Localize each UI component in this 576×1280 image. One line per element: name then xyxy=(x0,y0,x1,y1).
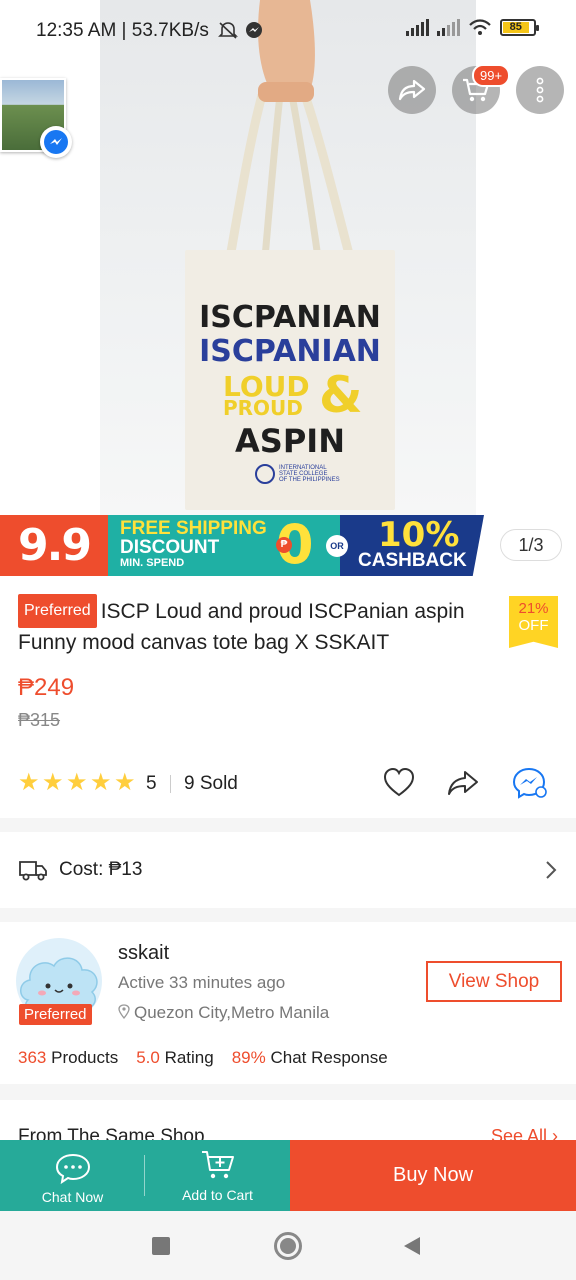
cashback-text: CASHBACK xyxy=(358,550,467,571)
star-icon: ★ xyxy=(18,769,40,796)
home-button[interactable] xyxy=(274,1232,302,1260)
sale-99-label: 9.9 xyxy=(0,515,108,576)
divider xyxy=(170,775,171,793)
status-bar: 12:35 AM | 53.7KB/s 85 xyxy=(0,0,576,62)
recent-apps-button[interactable] xyxy=(152,1237,170,1255)
signal-icon-2 xyxy=(437,18,460,36)
rating-value: 5 xyxy=(146,773,157,794)
product-image-carousel[interactable]: ISCPANIAN ISCPANIAN LOUD PROUD & ASPIN I… xyxy=(0,0,576,515)
location-pin-icon xyxy=(118,1004,130,1020)
stat-rating: 5.0 Rating xyxy=(136,1048,214,1068)
like-button[interactable] xyxy=(382,766,416,800)
star-icon: ★ xyxy=(66,769,88,796)
promo-offer-strip: FREE SHIPPING DISCOUNT MIN. SPEND 0 ₱ OR… xyxy=(108,515,484,576)
rating-stars: ★ ★ ★ ★ ★ xyxy=(18,769,136,796)
bag-text-aspin: ASPIN xyxy=(235,422,345,460)
star-icon: ★ xyxy=(114,769,136,796)
mute-bell-icon xyxy=(218,22,239,39)
promo-banner[interactable]: 9.9 FREE SHIPPING DISCOUNT MIN. SPEND 0 … xyxy=(0,515,576,576)
messenger-share-button[interactable] xyxy=(512,766,547,800)
stat-rating-label: Rating xyxy=(164,1048,214,1067)
college-seal-icon xyxy=(255,464,275,484)
stat-chat-label: Chat Response xyxy=(270,1048,388,1067)
chat-bubble-icon xyxy=(55,1153,91,1184)
current-price: ₱249 xyxy=(18,674,75,701)
discount-flag: 21% OFF xyxy=(509,596,558,648)
shop-location-text: Quezon City,Metro Manila xyxy=(134,1003,330,1022)
system-navigation-bar xyxy=(0,1211,576,1280)
bag-text-ampersand: & xyxy=(319,366,363,424)
bag-text-line-2: ISCPANIAN xyxy=(199,334,381,369)
chat-now-label: Chat Now xyxy=(41,1189,104,1205)
battery-icon: 85 xyxy=(500,18,539,36)
preferred-badge: Preferred xyxy=(18,594,97,628)
shipping-row[interactable]: Cost: ₱13 xyxy=(0,832,576,908)
buy-now-button[interactable]: Buy Now xyxy=(290,1140,576,1211)
view-shop-button[interactable]: View Shop xyxy=(426,961,562,1002)
college-name: INTERNATIONAL STATE COLLEGE OF THE PHILI… xyxy=(279,465,340,483)
status-time-text: 12:35 AM | 53.7KB/s xyxy=(36,20,209,41)
peso-badge: ₱ xyxy=(276,537,292,553)
cart-count-badge: 99+ xyxy=(472,64,511,87)
status-time: 12:35 AM | 53.7KB/s xyxy=(36,20,263,42)
min-spend-text: MIN. SPEND xyxy=(120,557,185,569)
wifi-icon xyxy=(469,19,491,35)
share-icon xyxy=(398,79,426,101)
share-button[interactable] xyxy=(388,66,436,114)
more-options-button[interactable] xyxy=(516,66,564,114)
signal-icon-1 xyxy=(406,18,429,36)
chevron-right-icon xyxy=(546,861,557,879)
star-icon: ★ xyxy=(90,769,112,796)
chat-now-button[interactable]: Chat Now xyxy=(0,1140,145,1211)
add-to-cart-button[interactable]: Add to Cart xyxy=(145,1140,290,1211)
college-name-line-3: OF THE PHILIPPINES xyxy=(279,477,340,483)
stat-products: 363 Products xyxy=(18,1048,118,1068)
shop-name: sskait xyxy=(118,942,170,964)
add-to-cart-label: Add to Cart xyxy=(182,1187,253,1203)
discount-off-label: OFF xyxy=(518,617,549,634)
image-pager: 1/3 xyxy=(500,529,562,561)
stat-rating-num: 5.0 xyxy=(136,1048,160,1067)
sold-count: 9 Sold xyxy=(184,773,238,794)
shipping-cost: Cost: ₱13 xyxy=(59,859,143,880)
shop-location: Quezon City,Metro Manila xyxy=(118,1003,329,1023)
bottom-action-bar: Chat Now Add to Cart Buy Now xyxy=(0,1140,576,1211)
stat-chat-num: 89% xyxy=(231,1048,266,1067)
star-icon: ★ xyxy=(42,769,64,796)
messenger-status-icon xyxy=(246,22,263,38)
product-info-card: Preferred ISCP Loud and proud ISCPanian a… xyxy=(0,576,576,818)
stat-chat-response: 89% Chat Response xyxy=(232,1048,388,1068)
tote-bag: ISCPANIAN ISCPANIAN LOUD PROUD & ASPIN I… xyxy=(185,250,395,510)
original-price: ₱315 xyxy=(18,710,61,730)
discount-text: DISCOUNT xyxy=(120,537,220,558)
discount-percent: 21% xyxy=(518,600,549,617)
cashback-percent: 10% xyxy=(378,515,460,555)
more-vertical-icon xyxy=(536,77,544,103)
heart-icon xyxy=(383,767,415,797)
shop-active-status: Active 33 minutes ago xyxy=(118,973,286,992)
shop-preferred-badge: Preferred xyxy=(19,1004,92,1025)
status-icons: 85 xyxy=(406,18,539,36)
messenger-icon xyxy=(512,767,547,799)
share-arrow-icon xyxy=(448,771,478,795)
messenger-icon[interactable] xyxy=(40,126,72,158)
add-cart-icon xyxy=(202,1151,234,1179)
shop-stats: 363 Products 5.0 Rating 89% Chat Respons… xyxy=(18,1048,388,1068)
or-badge: OR xyxy=(326,535,348,557)
truck-icon xyxy=(19,861,47,881)
battery-level: 85 xyxy=(503,21,529,33)
shop-card: Preferred sskait Active 33 minutes ago Q… xyxy=(0,922,576,1084)
bag-text-line-1: ISCPANIAN xyxy=(199,300,381,335)
product-title: Preferred ISCP Loud and proud ISCPanian a… xyxy=(18,594,498,658)
back-button[interactable] xyxy=(402,1235,422,1257)
stat-products-label: Products xyxy=(51,1048,119,1067)
share-product-button[interactable] xyxy=(446,766,480,800)
home-icon xyxy=(280,1238,296,1254)
stat-products-num: 363 xyxy=(18,1048,47,1067)
